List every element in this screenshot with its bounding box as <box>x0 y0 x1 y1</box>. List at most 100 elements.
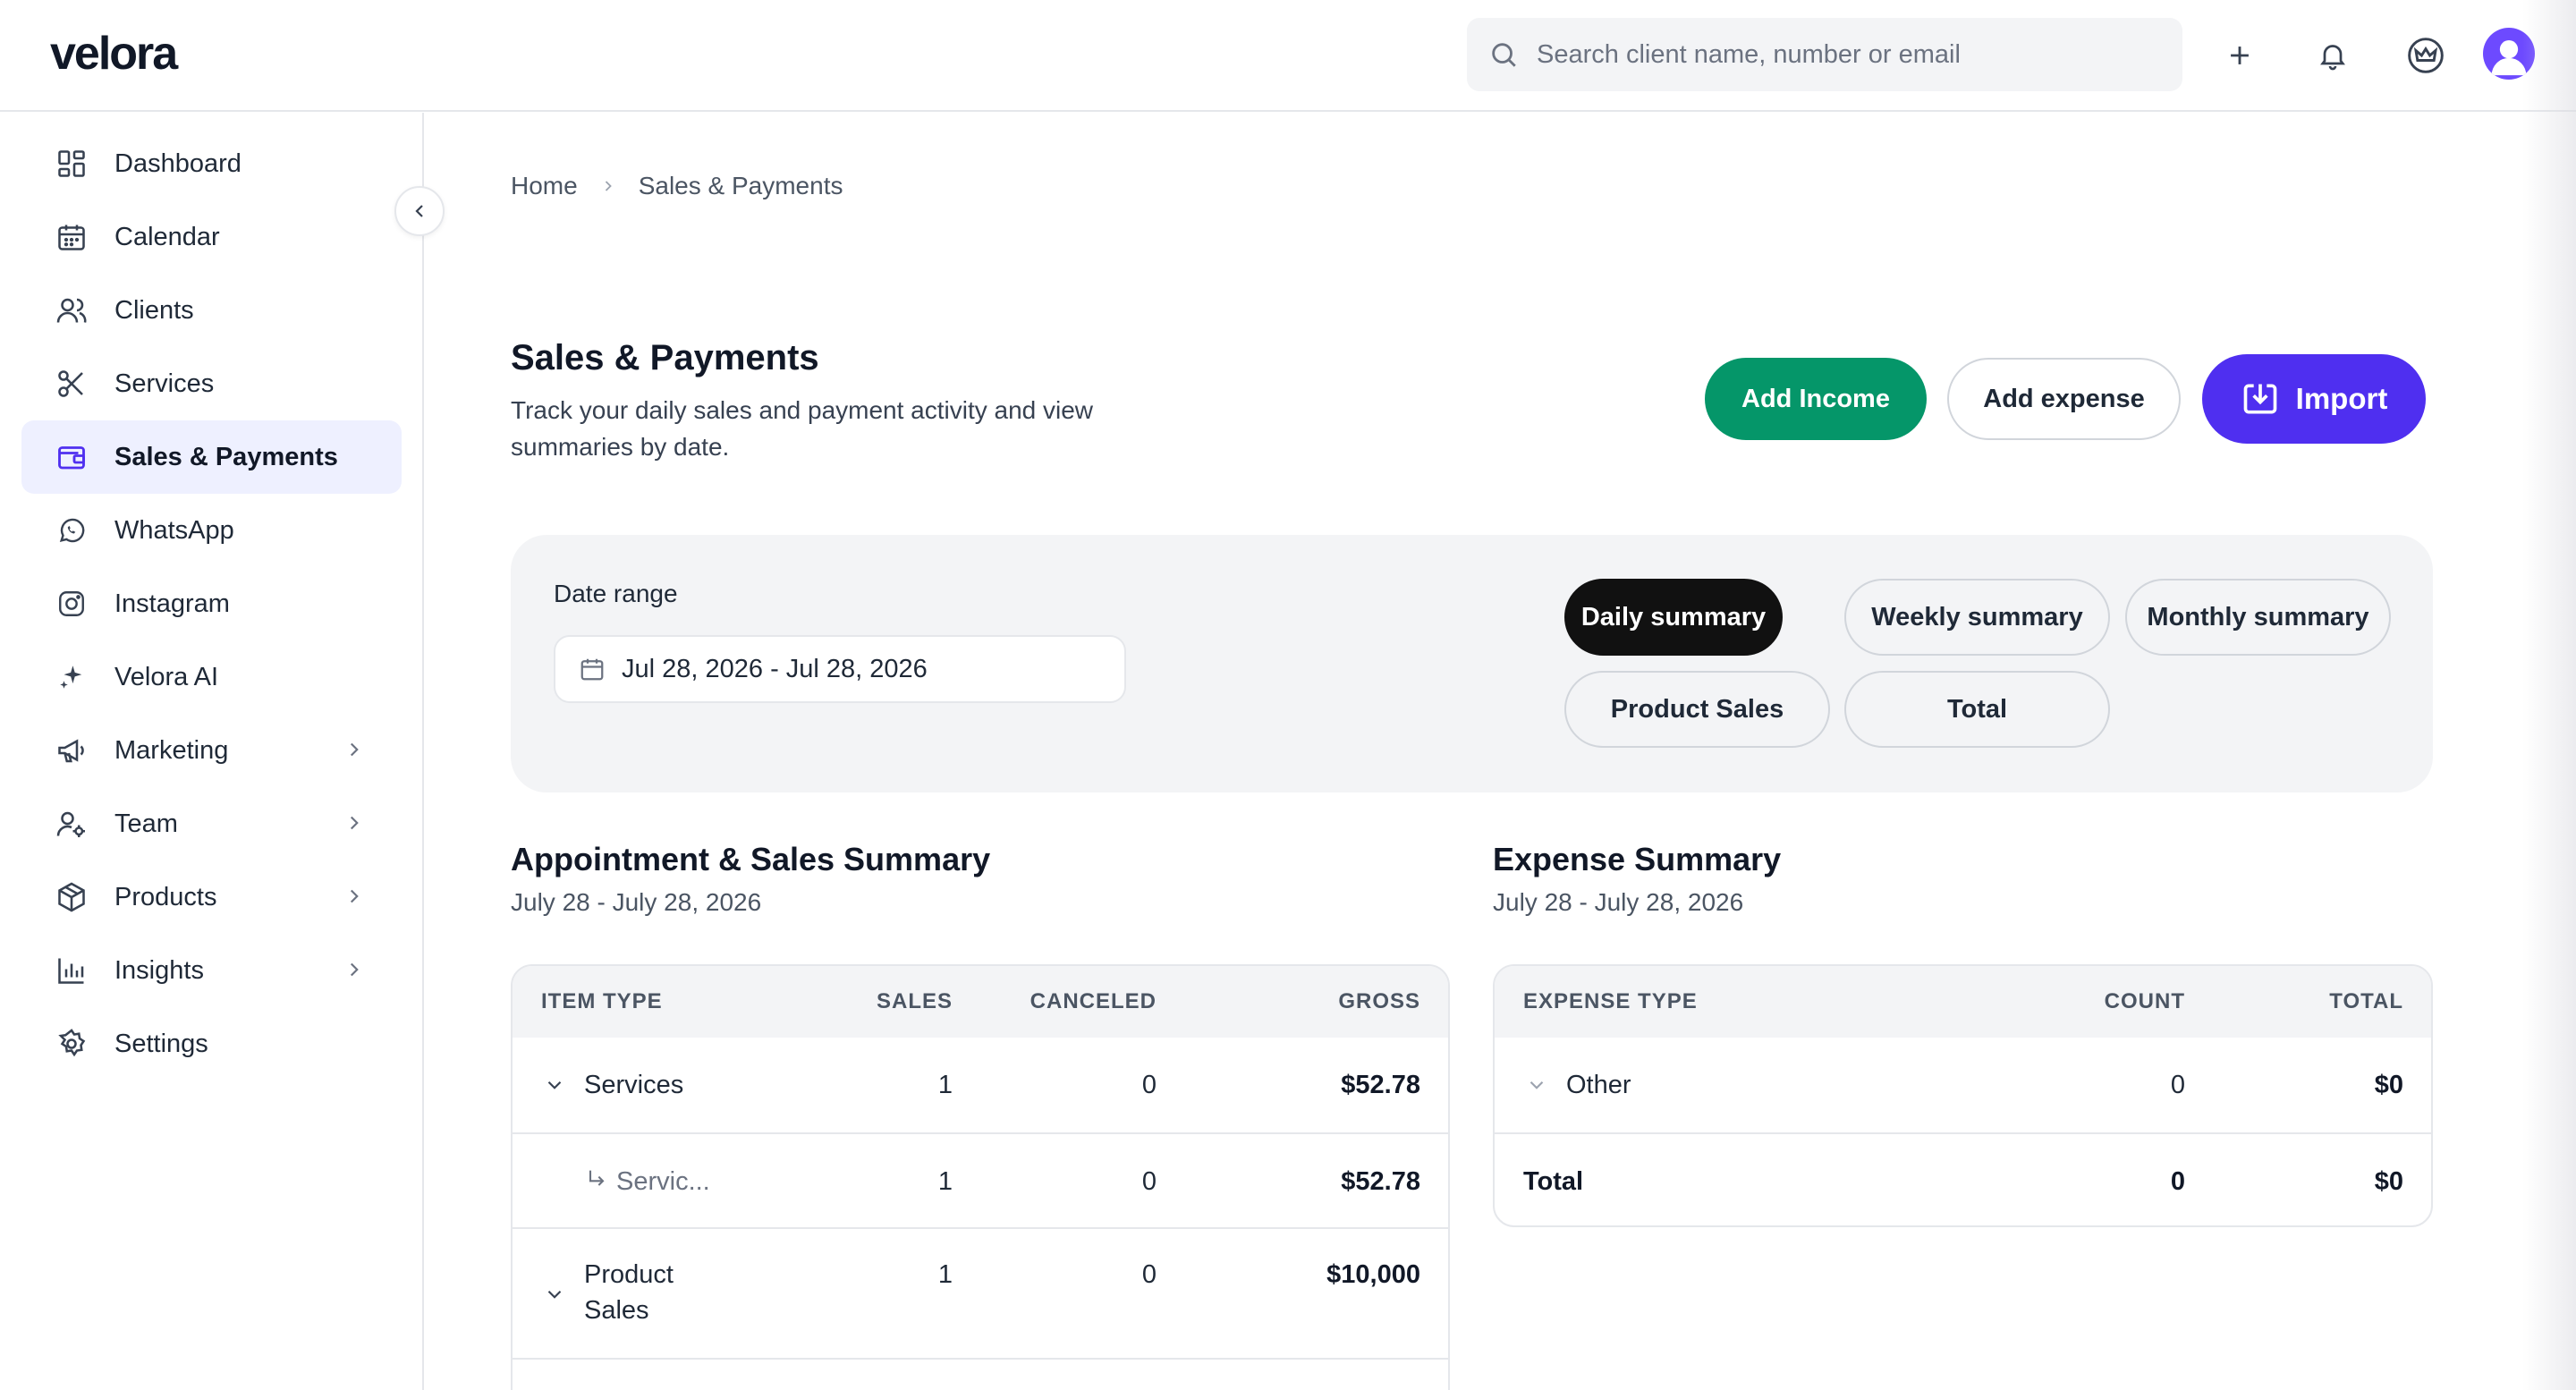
table-row[interactable]: Other 0 $0 <box>1495 1038 2431 1132</box>
sales-value: 1 <box>937 1260 953 1289</box>
tab-label: Weekly summary <box>1871 602 2083 631</box>
whatsapp-icon <box>54 513 89 548</box>
col-sales: SALES <box>876 989 953 1013</box>
sidebar-item-label: Clients <box>114 295 194 325</box>
sidebar-item-label: Dashboard <box>114 148 242 178</box>
search-icon <box>1488 39 1537 70</box>
table-row-total: Total 0 $0 <box>1495 1132 2431 1225</box>
col-gross: GROSS <box>1338 989 1420 1013</box>
sidebar-item-marketing[interactable]: Marketing <box>21 714 402 787</box>
count-value: 0 <box>2170 1071 2185 1099</box>
chevron-right-icon <box>343 958 366 981</box>
chevron-down-icon[interactable] <box>1525 1073 1548 1097</box>
import-button[interactable]: Import <box>2202 354 2426 444</box>
tab-daily-summary[interactable]: Daily summary <box>1564 579 1783 656</box>
chevron-right-icon <box>343 738 366 761</box>
col-item-type: ITEM TYPE <box>541 989 663 1013</box>
page-subtitle: Track your daily sales and payment activ… <box>511 396 1094 461</box>
chevron-down-icon[interactable] <box>543 1283 566 1306</box>
date-range-value: Jul 28, 2026 - Jul 28, 2026 <box>622 654 928 683</box>
expense-summary-period: July 28 - July 28, 2026 <box>1493 888 1744 916</box>
chart-icon <box>54 953 89 988</box>
calendar-icon <box>579 656 622 682</box>
tab-product-sales[interactable]: Product Sales <box>1564 671 1830 748</box>
table-row[interactable]: Services 1 0 $52.78 <box>513 1038 1448 1132</box>
instagram-icon <box>54 586 89 622</box>
chevron-right-icon <box>343 885 366 908</box>
item-type: Servic... <box>616 1167 710 1196</box>
sidebar-item-dashboard[interactable]: Dashboard <box>21 127 402 200</box>
table-row[interactable]: Product Sales 1 0 $10,000 <box>513 1227 1448 1358</box>
tab-monthly-summary[interactable]: Monthly summary <box>2125 579 2391 656</box>
date-range-input[interactable]: Jul 28, 2026 - Jul 28, 2026 <box>554 635 1126 703</box>
sidebar-item-label: Instagram <box>114 589 230 618</box>
sparkle-icon <box>54 659 89 695</box>
chevron-down-icon[interactable] <box>543 1073 566 1097</box>
breadcrumb-home[interactable]: Home <box>511 172 578 200</box>
table-row[interactable]: Servic... 1 0 $52.78 <box>513 1132 1448 1227</box>
tab-label: Monthly summary <box>2147 602 2369 631</box>
sidebar-item-calendar[interactable]: Calendar <box>21 200 402 274</box>
import-icon <box>2241 379 2296 419</box>
sidebar-item-label: Team <box>114 809 178 838</box>
gross-value: $52.78 <box>1341 1071 1420 1099</box>
sidebar-item-velora-ai[interactable]: Velora AI <box>21 640 402 714</box>
clients-icon <box>54 292 89 328</box>
avatar[interactable] <box>2483 28 2535 80</box>
wallet-icon <box>54 439 89 475</box>
sales-value: 1 <box>937 1071 953 1099</box>
canceled-value: 0 <box>1141 1167 1157 1196</box>
sidebar-item-label: Services <box>114 369 215 398</box>
sales-value: 1 <box>937 1167 953 1196</box>
canceled-value: 0 <box>1141 1260 1157 1289</box>
sales-summary-title: Appointment & Sales Summary <box>511 841 991 877</box>
breadcrumb-current[interactable]: Sales & Payments <box>639 172 843 200</box>
sidebar-item-services[interactable]: Services <box>21 347 402 420</box>
expense-summary-title: Expense Summary <box>1493 841 1782 877</box>
bell-icon[interactable] <box>2311 34 2354 77</box>
col-expense-type: EXPENSE TYPE <box>1523 989 1698 1013</box>
tab-weekly-summary[interactable]: Weekly summary <box>1844 579 2110 656</box>
top-bar: velora <box>0 0 2576 112</box>
tab-total[interactable]: Total <box>1844 671 2110 748</box>
item-type-line2: Sales <box>584 1296 649 1325</box>
add-expense-label: Add expense <box>1983 384 2145 413</box>
sidebar-item-instagram[interactable]: Instagram <box>21 567 402 640</box>
tab-label: Product Sales <box>1610 694 1784 724</box>
gross-value: $52.78 <box>1341 1167 1420 1196</box>
sidebar-item-sales-payments[interactable]: Sales & Payments <box>21 420 402 494</box>
item-type: Services <box>584 1071 684 1099</box>
collapse-sidebar-button[interactable] <box>394 186 445 236</box>
sidebar-item-label: Calendar <box>114 222 220 251</box>
item-type-line1: Product <box>584 1260 674 1289</box>
add-income-button[interactable]: Add Income <box>1705 358 1927 440</box>
sidebar-item-products[interactable]: Products <box>21 860 402 934</box>
search-input[interactable] <box>1537 39 2145 70</box>
add-expense-button[interactable]: Add expense <box>1947 358 2181 440</box>
crown-icon[interactable] <box>2404 34 2447 77</box>
sidebar-item-settings[interactable]: Settings <box>21 1007 402 1081</box>
gross-value: $10,000 <box>1326 1260 1420 1289</box>
chevron-right-icon <box>343 811 366 835</box>
canceled-value: 0 <box>1141 1071 1157 1099</box>
sidebar-item-label: Products <box>114 882 217 911</box>
count-value: 0 <box>2170 1167 2185 1196</box>
sales-summary-table: ITEM TYPE SALES CANCELED GROSS Services … <box>511 964 1450 1390</box>
breadcrumb: Home Sales & Payments <box>511 172 843 200</box>
sidebar: Dashboard Calendar Clients Services Sale… <box>0 113 424 1390</box>
total-value: $0 <box>2374 1167 2403 1196</box>
sidebar-item-whatsapp[interactable]: WhatsApp <box>21 494 402 567</box>
table-header: ITEM TYPE SALES CANCELED GROSS <box>513 966 1448 1038</box>
megaphone-icon <box>54 733 89 768</box>
sidebar-item-label: Settings <box>114 1029 208 1058</box>
velora-logo[interactable]: velora <box>50 27 178 81</box>
sidebar-item-label: Marketing <box>114 735 229 765</box>
sidebar-item-team[interactable]: Team <box>21 787 402 860</box>
plus-icon[interactable] <box>2218 34 2261 77</box>
import-label: Import <box>2295 382 2388 415</box>
search-box[interactable] <box>1467 18 2182 91</box>
sidebar-item-insights[interactable]: Insights <box>21 934 402 1007</box>
sidebar-item-label: Insights <box>114 955 204 985</box>
expense-type: Total <box>1523 1167 1584 1196</box>
sidebar-item-clients[interactable]: Clients <box>21 274 402 347</box>
